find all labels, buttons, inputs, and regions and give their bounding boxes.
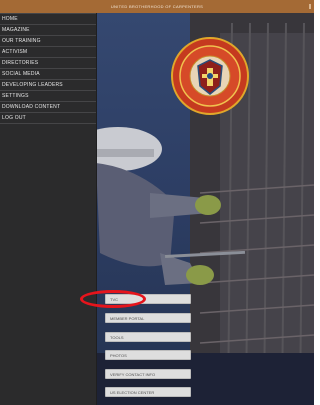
sidebar-item-download-content[interactable]: DOWNLOAD CONTENT — [0, 102, 96, 113]
verify-contact-info-button[interactable]: VERIFY CONTACT INFO — [105, 369, 191, 379]
sidebar-item-social-media[interactable]: SOCIAL MEDIA — [0, 69, 96, 80]
sidebar-item-log-out[interactable]: LOG OUT — [0, 113, 96, 124]
top-bar: UNITED BROTHERHOOD OF CARPENTERS — [0, 0, 314, 13]
sidebar-item-home[interactable]: HOME — [0, 13, 96, 25]
sidebar-item-developing-leaders[interactable]: DEVELOPING LEADERS — [0, 80, 96, 91]
sidebar-item-activism[interactable]: ACTIVISM — [0, 47, 96, 58]
sidebar-item-magazine[interactable]: MAGAZINE — [0, 25, 96, 36]
highlight-circle — [80, 290, 146, 308]
sidebar-menu: HOME MAGAZINE OUR TRAINING ACTIVISM DIRE… — [0, 13, 97, 405]
sidebar-item-settings[interactable]: SETTINGS — [0, 91, 96, 102]
topbar-edge-marker — [309, 4, 311, 9]
union-logo — [170, 36, 250, 116]
sidebar-item-our-training[interactable]: OUR TRAINING — [0, 36, 96, 47]
sidebar-item-directories[interactable]: DIRECTORIES — [0, 58, 96, 69]
union-seal-icon — [171, 37, 249, 115]
photos-button[interactable]: PHOTOS — [105, 350, 191, 360]
app-title: UNITED BROTHERHOOD OF CARPENTERS — [110, 3, 204, 9]
app-screen: UNITED BROTHERHOOD OF CARPENTERS HOME MA… — [0, 0, 314, 405]
us-election-center-button[interactable]: US ELECTION CENTER — [105, 387, 191, 397]
member-portal-button[interactable]: MEMBER PORTAL — [105, 313, 191, 323]
tools-button[interactable]: TOOLS — [105, 332, 191, 342]
